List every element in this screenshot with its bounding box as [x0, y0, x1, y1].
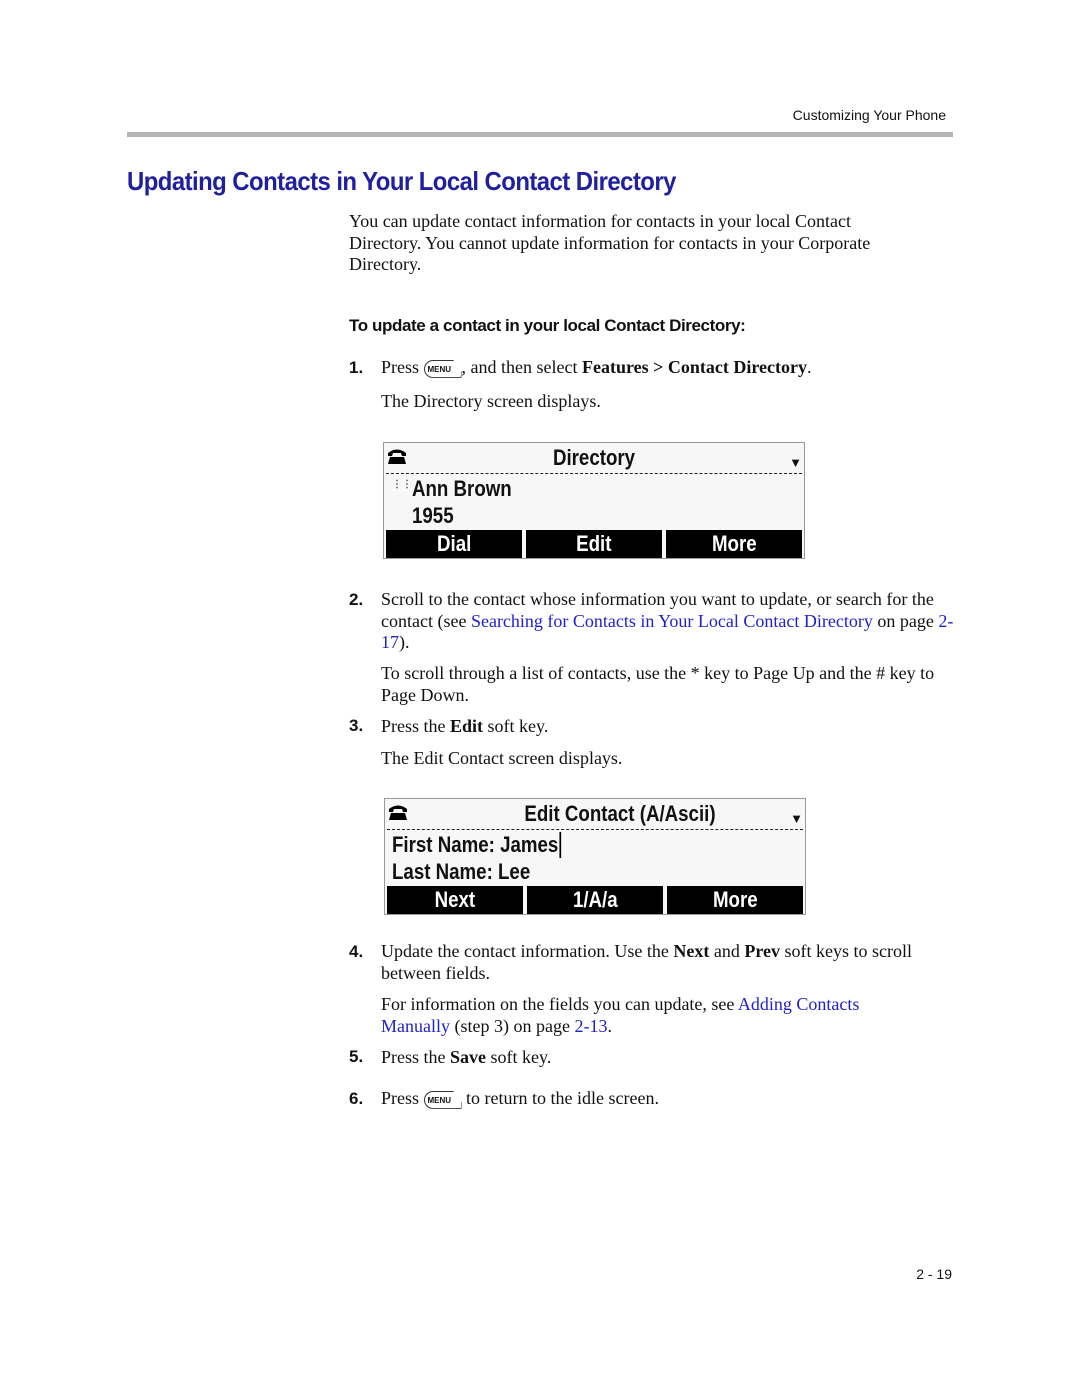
link-page[interactable]: 2-13	[574, 1016, 607, 1036]
step-2-note: To scroll through a list of contacts, us…	[381, 663, 935, 705]
directory-screen: Directory ▼ ⋮⋮ Ann Brown 1955 Dial Edit …	[383, 442, 805, 559]
screen-title: Edit Contact (A/Ascii)	[524, 801, 716, 826]
step-number: 3.	[349, 716, 364, 735]
step-4-note: For information on the fields you can up…	[381, 994, 860, 1036]
page: Customizing Your Phone Updating Contacts…	[0, 0, 1080, 1397]
text: ).	[399, 632, 410, 652]
divider	[386, 473, 802, 474]
text: Press	[381, 357, 420, 377]
softkey-edit[interactable]: Edit	[526, 530, 662, 558]
screen-title: Directory	[552, 445, 636, 470]
step-3-note: The Edit Contact screen displays.	[381, 748, 623, 768]
text: .	[807, 357, 812, 377]
softkey-more[interactable]: More	[667, 886, 803, 914]
running-header: Customizing Your Phone	[792, 107, 946, 123]
step-4: Update the contact information. Use the …	[381, 941, 913, 983]
scroll-down-icon: ▼	[789, 455, 802, 470]
text: Features	[581, 357, 649, 377]
contact-number: 1955	[412, 503, 454, 528]
softkey-next[interactable]: Next	[387, 886, 523, 914]
header-rule	[127, 132, 953, 137]
softkey-dial[interactable]: Dial	[386, 530, 522, 558]
step-number: 6.	[349, 1089, 364, 1108]
softkey-mode[interactable]: 1/A/a	[527, 886, 663, 914]
page-number: 2 - 19	[916, 1266, 952, 1282]
link-searching-contacts[interactable]: Searching for Contacts in Your Local Con…	[471, 611, 873, 631]
handset-icon	[389, 805, 407, 820]
softkey-more[interactable]: More	[666, 530, 802, 558]
text: , and then select	[461, 357, 578, 377]
step-number: 1.	[349, 358, 364, 377]
keypad-icon: ⋮⋮	[392, 479, 412, 490]
step-6: Press MENU to return to the idle screen.	[381, 1088, 659, 1109]
step-number: 5.	[349, 1047, 364, 1066]
step-3: Press the Edit soft key.	[381, 716, 549, 736]
section-title: Updating Contacts in Your Local Contact …	[127, 166, 676, 196]
step-number: 4.	[349, 942, 364, 961]
handset-icon	[388, 449, 406, 464]
step-2: Scroll to the contact whose information …	[381, 589, 956, 654]
step-number: 2.	[349, 590, 364, 609]
first-name-field[interactable]: First Name: James	[392, 832, 561, 858]
procedure-title: To update a contact in your local Contac…	[349, 316, 746, 335]
intro-paragraph: You can update contact information for c…	[349, 211, 871, 274]
text: on page	[872, 610, 939, 631]
contact-name[interactable]: Ann Brown	[412, 476, 512, 502]
scroll-down-icon: ▼	[790, 811, 803, 826]
menu-key-icon: MENU	[423, 359, 462, 378]
text: >	[648, 357, 668, 377]
step-5: Press the Save soft key.	[381, 1047, 552, 1067]
text: Contact Directory	[667, 357, 808, 377]
divider	[387, 829, 803, 830]
step-1-note: The Directory screen displays.	[381, 391, 601, 411]
step-1: Press MENU, and then select Features > C…	[381, 357, 981, 379]
last-name-field[interactable]: Last Name: Lee	[392, 859, 530, 885]
edit-contact-screen: Edit Contact (A/Ascii) ▼ First Name: Jam…	[384, 798, 806, 915]
menu-key-icon: MENU	[423, 1090, 462, 1109]
